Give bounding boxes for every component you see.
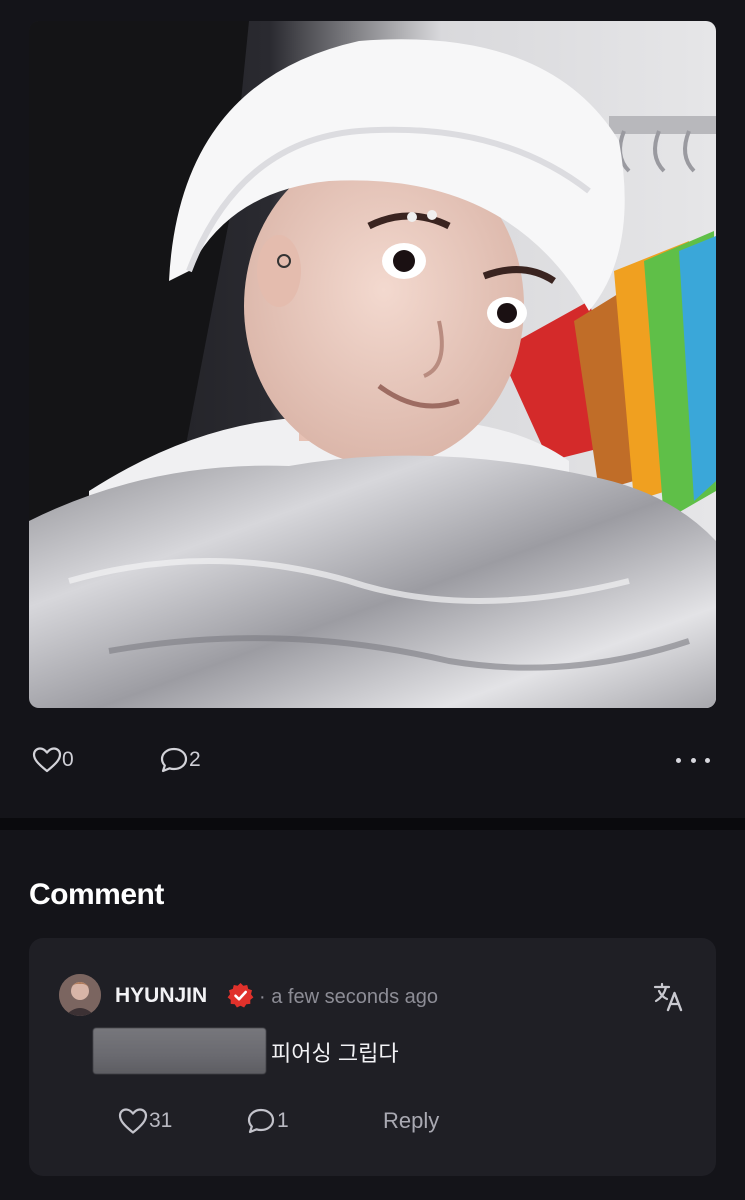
more-dot [705, 757, 710, 763]
heart-icon [117, 1106, 149, 1136]
comment-section: Comment HYUNJIN · a few seconds ago 피어싱 … [0, 830, 745, 1200]
post-comment-count: 2 [189, 748, 201, 771]
heart-icon [32, 746, 62, 774]
comment-timestamp: · a few seconds ago [259, 986, 438, 1008]
comment-action-bar: 31 1 Reply [115, 1102, 635, 1142]
post-section: 0 2 [0, 0, 745, 818]
more-horizontal-icon[interactable] [676, 746, 710, 774]
post-photo-image [29, 21, 716, 708]
comments-heading: Comment [29, 878, 164, 911]
comment-reply-count: 1 [277, 1109, 289, 1132]
comment-card: HYUNJIN · a few seconds ago 피어싱 그립다 31 1… [29, 938, 716, 1176]
comment-username[interactable]: HYUNJIN [115, 984, 207, 1008]
more-dot [676, 757, 681, 763]
section-divider [0, 818, 745, 830]
post-like-button[interactable]: 0 [32, 746, 74, 774]
comment-like-button[interactable]: 31 [117, 1106, 172, 1136]
verified-badge-icon [227, 982, 254, 1009]
post-action-bar: 0 2 [29, 740, 716, 780]
comment-body: 피어싱 그립다 [271, 1041, 399, 1066]
comment-bubble-icon [245, 1106, 277, 1136]
comment-like-count: 31 [149, 1109, 173, 1132]
reply-button[interactable]: Reply [383, 1108, 439, 1134]
post-comment-button[interactable]: 2 [159, 746, 201, 774]
redacted-mention [93, 1028, 266, 1074]
post-photo[interactable] [29, 21, 716, 708]
post-like-count: 0 [62, 748, 74, 771]
translate-icon[interactable] [652, 980, 686, 1014]
avatar[interactable] [59, 974, 101, 1016]
more-dot [690, 757, 696, 763]
comment-bubble-icon [159, 746, 189, 774]
comment-replies-button[interactable]: 1 [245, 1106, 289, 1136]
